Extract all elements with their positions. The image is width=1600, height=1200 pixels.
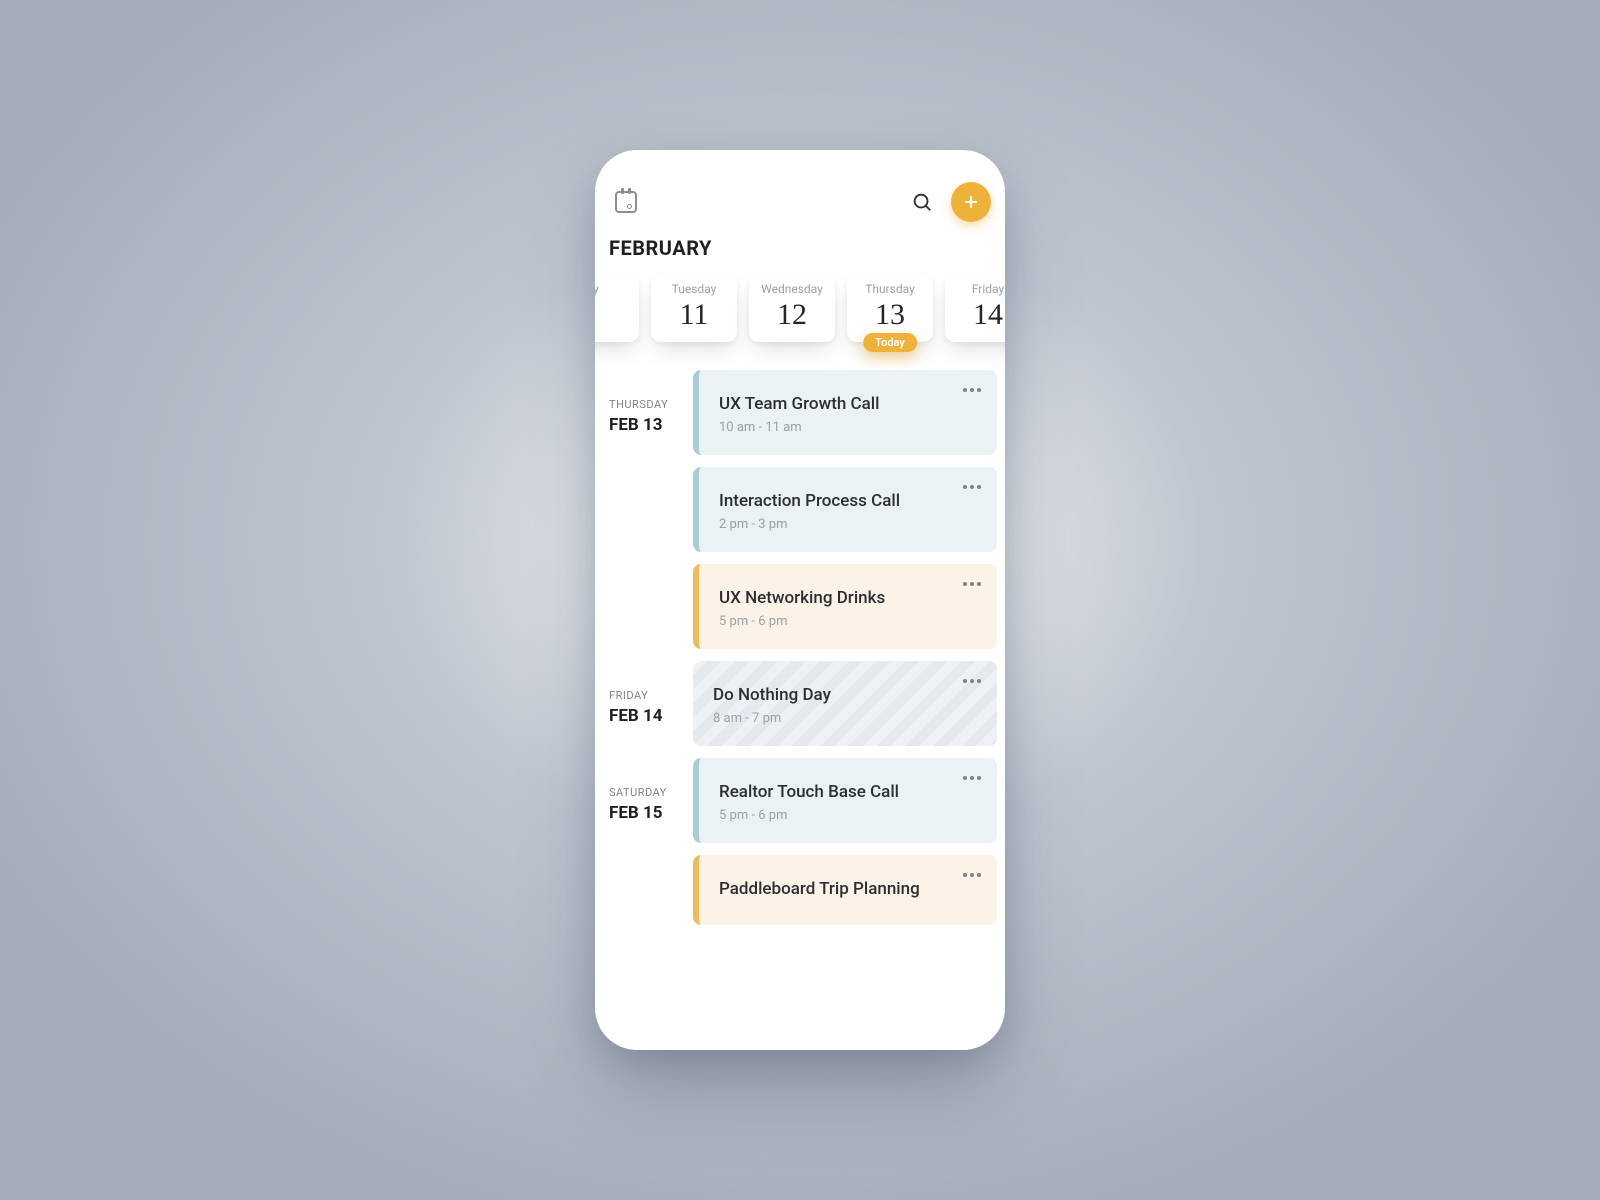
search-button[interactable] xyxy=(905,185,939,219)
day-label: SATURDAY FEB 15 xyxy=(609,752,681,823)
event-card[interactable]: Realtor Touch Base Call 5 pm - 6 pm xyxy=(693,758,997,843)
today-badge: Today xyxy=(863,333,917,352)
day-block: THURSDAY FEB 13 UX Team Growth Call 10 a… xyxy=(609,364,997,655)
topbar xyxy=(595,150,1005,230)
calendar-icon[interactable] xyxy=(609,185,643,219)
event-time: 5 pm - 6 pm xyxy=(719,614,981,629)
date-card-dow: Tuesday xyxy=(655,282,733,296)
day-label: FRIDAY FEB 14 xyxy=(609,655,681,726)
day-label-dow: FRIDAY xyxy=(609,689,681,702)
event-card[interactable]: UX Networking Drinks 5 pm - 6 pm xyxy=(693,564,997,649)
date-card[interactable]: Wednesday 12 xyxy=(749,274,835,342)
event-more-button[interactable] xyxy=(959,671,985,691)
month-title: FEBRUARY xyxy=(595,230,1005,274)
day-label-date: FEB 15 xyxy=(609,803,681,823)
event-title: Do Nothing Day xyxy=(713,685,981,705)
event-card[interactable]: Paddleboard Trip Planning xyxy=(693,855,997,925)
day-label-date: FEB 13 xyxy=(609,415,681,435)
day-label-dow: SATURDAY xyxy=(609,786,681,799)
date-card-num: 12 xyxy=(753,298,831,332)
date-card-dow: Wednesday xyxy=(753,282,831,296)
agenda-list[interactable]: THURSDAY FEB 13 UX Team Growth Call 10 a… xyxy=(595,364,1005,1050)
event-title: UX Team Growth Call xyxy=(719,394,981,414)
event-more-button[interactable] xyxy=(959,768,985,788)
event-time: 10 am - 11 am xyxy=(719,420,981,435)
event-title: Interaction Process Call xyxy=(719,491,981,511)
day-label: THURSDAY FEB 13 xyxy=(609,364,681,435)
events: UX Team Growth Call 10 am - 11 am Intera… xyxy=(693,364,997,655)
event-title: Paddleboard Trip Planning xyxy=(719,879,981,899)
date-card-num: 11 xyxy=(655,298,733,332)
event-time: 2 pm - 3 pm xyxy=(719,517,981,532)
date-card-dow: Friday xyxy=(949,282,1005,296)
add-button[interactable] xyxy=(951,182,991,222)
event-more-button[interactable] xyxy=(959,380,985,400)
event-more-button[interactable] xyxy=(959,477,985,497)
events: Do Nothing Day 8 am - 7 pm xyxy=(693,655,997,752)
date-card[interactable]: y xyxy=(595,274,639,342)
date-card-num: 13 xyxy=(851,298,929,332)
event-more-button[interactable] xyxy=(959,865,985,885)
event-card[interactable]: Interaction Process Call 2 pm - 3 pm xyxy=(693,467,997,552)
event-title: UX Networking Drinks xyxy=(719,588,981,608)
day-block: FRIDAY FEB 14 Do Nothing Day 8 am - 7 pm xyxy=(609,655,997,752)
events: Realtor Touch Base Call 5 pm - 6 pm Padd… xyxy=(693,752,997,931)
phone-frame: FEBRUARY y Tuesday 11 Wednesday 12 Thurs… xyxy=(595,150,1005,1050)
date-strip[interactable]: y Tuesday 11 Wednesday 12 Thursday 13 To… xyxy=(595,274,1005,364)
event-time: 5 pm - 6 pm xyxy=(719,808,981,823)
search-icon xyxy=(911,191,933,213)
day-label-date: FEB 14 xyxy=(609,706,681,726)
date-card[interactable]: Friday 14 xyxy=(945,274,1005,342)
date-card[interactable]: Tuesday 11 xyxy=(651,274,737,342)
day-label-dow: THURSDAY xyxy=(609,398,681,411)
event-more-button[interactable] xyxy=(959,574,985,594)
date-card-dow: Thursday xyxy=(851,282,929,296)
date-card-num: 14 xyxy=(949,298,1005,332)
event-time: 8 am - 7 pm xyxy=(713,711,981,726)
date-card-today[interactable]: Thursday 13 Today xyxy=(847,274,933,342)
date-card-dow: y xyxy=(595,282,635,296)
plus-icon xyxy=(961,192,981,212)
event-card[interactable]: UX Team Growth Call 10 am - 11 am xyxy=(693,370,997,455)
event-card[interactable]: Do Nothing Day 8 am - 7 pm xyxy=(693,661,997,746)
day-block: SATURDAY FEB 15 Realtor Touch Base Call … xyxy=(609,752,997,931)
event-title: Realtor Touch Base Call xyxy=(719,782,981,802)
